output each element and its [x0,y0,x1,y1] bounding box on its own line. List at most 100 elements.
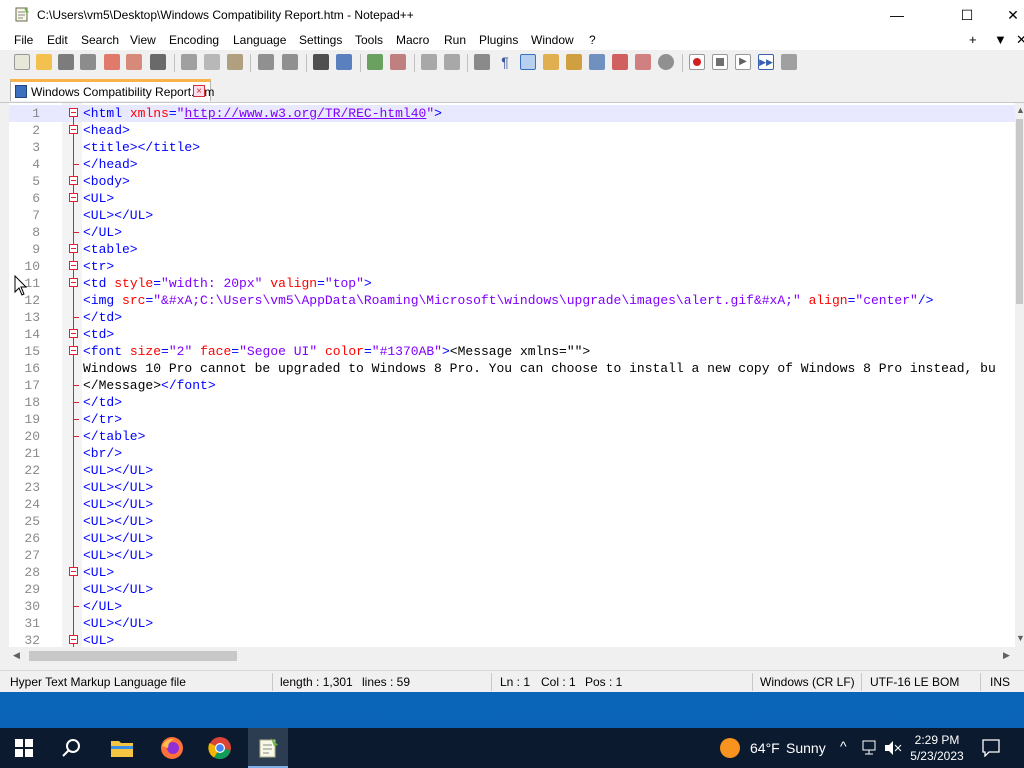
weather-widget[interactable] [718,736,742,760]
code-text[interactable]: <table> [83,241,138,258]
code-text[interactable]: <td> [83,326,114,343]
code-line[interactable]: 18 </td> [9,394,1015,411]
fold-toggle-icon[interactable] [69,125,78,134]
menu-language[interactable]: Language [233,33,286,47]
status-encoding[interactable]: UTF-16 LE BOM [870,675,959,689]
status-mode[interactable]: INS [990,675,1010,689]
code-line[interactable]: 27 <UL></UL> [9,547,1015,564]
close-file-icon[interactable] [104,54,120,70]
code-editor[interactable]: 1 <html xmlns="http://www.w3.org/TR/REC-h… [9,103,1015,647]
scroll-left-icon[interactable]: ◀ [13,650,20,661]
menu-edit[interactable]: Edit [47,33,68,47]
code-line[interactable]: 14 <td> [9,326,1015,343]
save-icon[interactable] [58,54,74,70]
code-text[interactable]: <UL></UL> [83,207,153,224]
tab-close-icon[interactable]: × [193,85,205,97]
stop-macro-icon[interactable] [712,54,728,70]
status-eol[interactable]: Windows (CR LF) [760,675,855,689]
fold-toggle-icon[interactable] [69,193,78,202]
vertical-scroll-thumb[interactable] [1016,119,1023,304]
code-line[interactable]: 5 <body> [9,173,1015,190]
code-text[interactable]: </Message></font> [83,377,216,394]
code-line[interactable]: 30 </UL> [9,598,1015,615]
cut-icon[interactable] [181,54,197,70]
code-line[interactable]: 4 </head> [9,156,1015,173]
code-line[interactable]: 7 <UL></UL> [9,207,1015,224]
code-line[interactable]: 20 </table> [9,428,1015,445]
code-text[interactable]: <UL></UL> [83,513,153,530]
code-text[interactable]: <body> [83,173,130,190]
fold-toggle-icon[interactable] [69,329,78,338]
start-button[interactable] [12,736,36,760]
code-text[interactable]: <td style="width: 20px" valign="top"> [83,275,372,292]
save-macro-icon[interactable] [781,54,797,70]
menu-search[interactable]: Search [81,33,119,47]
code-text[interactable]: <UL> [83,564,114,581]
fold-toggle-icon[interactable] [69,278,78,287]
code-line[interactable]: 3 <title></title> [9,139,1015,156]
menu-encoding[interactable]: Encoding [169,33,219,47]
chrome-button[interactable] [208,736,232,760]
code-text[interactable]: <UL> [83,632,114,647]
code-text[interactable]: <UL> [83,190,114,207]
run-macro-multiple-icon[interactable]: ▶▶ [758,54,774,70]
word-wrap-icon[interactable] [474,54,490,70]
code-line[interactable]: 25 <UL></UL> [9,513,1015,530]
minimize-button[interactable]: — [874,0,920,30]
scroll-up-icon[interactable]: ▲ [1016,105,1024,115]
menu-plugins[interactable]: Plugins [479,33,518,47]
menu-macro[interactable]: Macro [396,33,429,47]
code-text[interactable]: <html xmlns="http://www.w3.org/TR/REC-ht… [83,105,442,122]
title-bar[interactable]: C:\Users\vm5\Desktop\Windows Compatibili… [0,0,1024,30]
find-icon[interactable] [313,54,329,70]
doc-map-icon[interactable] [566,54,582,70]
save-all-icon[interactable] [80,54,96,70]
close-doc-icon[interactable]: ✕ [1016,32,1024,48]
vertical-scrollbar[interactable]: ▲ ▼ [1015,103,1024,647]
copy-icon[interactable] [204,54,220,70]
fold-toggle-icon[interactable] [69,244,78,253]
code-line[interactable]: 10 <tr> [9,258,1015,275]
fold-toggle-icon[interactable] [69,176,78,185]
code-line[interactable]: 17 </Message></font> [9,377,1015,394]
code-text[interactable]: <UL></UL> [83,615,153,632]
search-button[interactable] [60,736,84,760]
undo-icon[interactable] [258,54,274,70]
menu-settings[interactable]: Settings [299,33,342,47]
code-line[interactable]: 26 <UL></UL> [9,530,1015,547]
code-text[interactable]: Windows 10 Pro cannot be upgraded to Win… [83,360,996,377]
code-line[interactable]: 1 <html xmlns="http://www.w3.org/TR/REC-h… [9,105,1015,122]
record-macro-icon[interactable] [689,54,705,70]
replace-icon[interactable] [336,54,352,70]
firefox-button[interactable] [160,736,184,760]
code-line[interactable]: 11 <td style="width: 20px" valign="top"> [9,275,1015,292]
redo-icon[interactable] [282,54,298,70]
zoom-out-icon[interactable] [390,54,406,70]
close-button[interactable]: ✕ [990,0,1024,30]
code-text[interactable]: </head> [83,156,138,173]
code-text[interactable]: </UL> [83,224,122,241]
code-text[interactable]: </tr> [83,411,122,428]
system-clock[interactable]: 2:29 PM 5/23/2023 [904,732,970,764]
weather-temp[interactable]: 64°F [750,740,780,756]
code-text[interactable]: <br/> [83,445,122,462]
scroll-down-icon[interactable]: ▼ [1016,633,1024,643]
udl-icon[interactable] [543,54,559,70]
sync-vertical-icon[interactable] [421,54,437,70]
maximize-button[interactable]: ☐ [944,0,990,30]
menu-tools[interactable]: Tools [355,33,383,47]
code-line[interactable]: 23 <UL></UL> [9,479,1015,496]
code-line[interactable]: 9 <table> [9,241,1015,258]
play-macro-icon[interactable]: ▶ [735,54,751,70]
paste-icon[interactable] [227,54,243,70]
sync-horizontal-icon[interactable] [444,54,460,70]
horizontal-scroll-thumb[interactable] [29,651,237,661]
scroll-right-icon[interactable]: ▶ [1003,650,1010,661]
zoom-in-icon[interactable] [367,54,383,70]
code-line[interactable]: 22 <UL></UL> [9,462,1015,479]
tab-list-icon[interactable]: ▼ [994,32,1007,47]
code-line[interactable]: 13 </td> [9,309,1015,326]
fold-toggle-icon[interactable] [69,261,78,270]
fold-toggle-icon[interactable] [69,108,78,117]
code-line[interactable]: 19 </tr> [9,411,1015,428]
